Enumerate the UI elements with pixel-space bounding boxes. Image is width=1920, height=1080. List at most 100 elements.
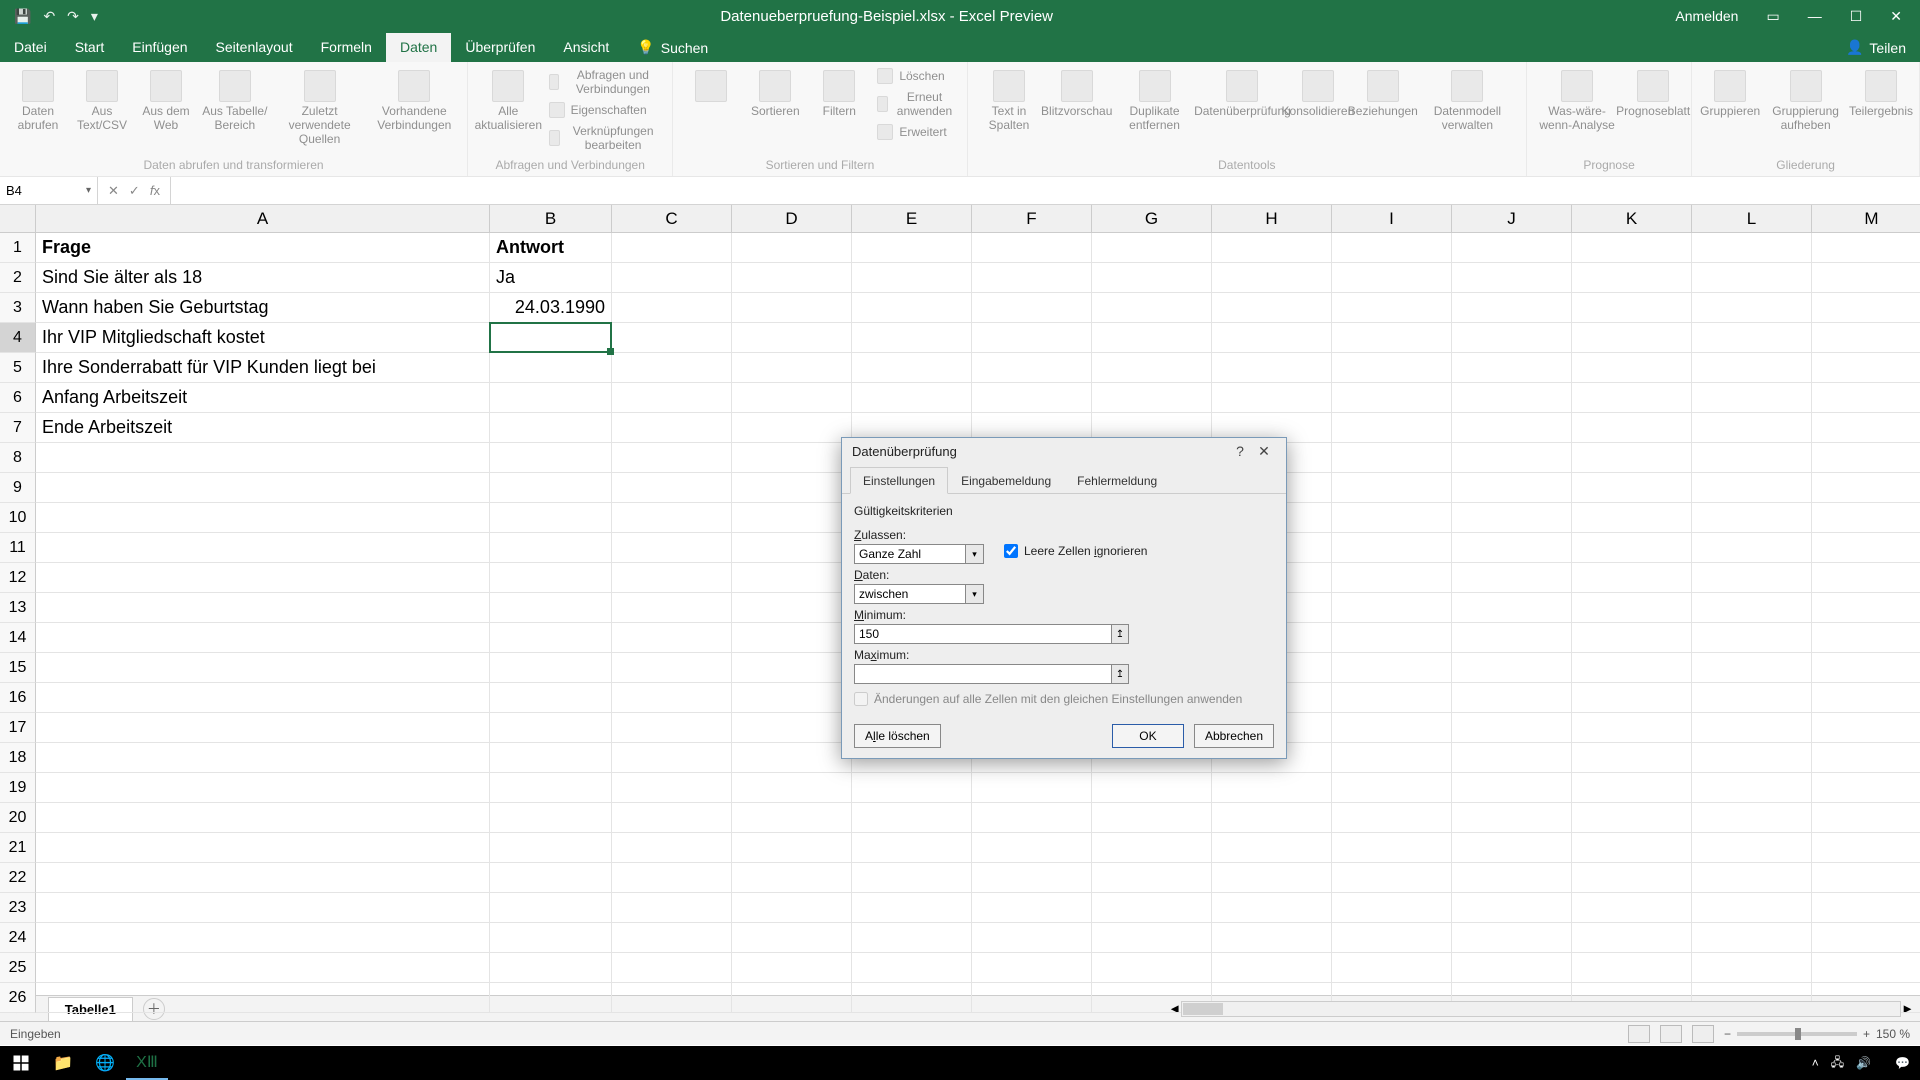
cell[interactable] <box>1092 323 1212 353</box>
horizontal-scrollbar[interactable] <box>1181 1001 1901 1017</box>
cell[interactable] <box>1212 323 1332 353</box>
cell[interactable] <box>612 503 732 533</box>
cell[interactable] <box>1452 713 1572 743</box>
cell[interactable] <box>1212 893 1332 923</box>
cell[interactable] <box>1452 773 1572 803</box>
cell[interactable]: Ihr VIP Mitgliedschaft kostet <box>36 323 490 353</box>
cell[interactable] <box>612 653 732 683</box>
cell[interactable] <box>612 833 732 863</box>
cell[interactable] <box>1692 563 1812 593</box>
cell[interactable] <box>612 353 732 383</box>
cell[interactable] <box>1692 413 1812 443</box>
cell[interactable] <box>972 353 1092 383</box>
cell[interactable] <box>490 353 612 383</box>
cell[interactable] <box>1452 953 1572 983</box>
cell[interactable] <box>1572 803 1692 833</box>
cell[interactable] <box>1452 533 1572 563</box>
cell[interactable] <box>732 473 852 503</box>
cell[interactable] <box>1452 803 1572 833</box>
range-picker-icon[interactable]: ↥ <box>1111 624 1129 644</box>
cell[interactable] <box>1452 503 1572 533</box>
cell[interactable] <box>1812 923 1920 953</box>
what-if-button[interactable]: Was-wäre-wenn-Analyse <box>1535 66 1619 136</box>
cell[interactable] <box>1812 683 1920 713</box>
row-header[interactable]: 11 <box>0 533 36 563</box>
row-header[interactable]: 19 <box>0 773 36 803</box>
cell[interactable] <box>1452 653 1572 683</box>
row-header[interactable]: 25 <box>0 953 36 983</box>
subtotal-button[interactable]: Teilergebnis <box>1851 66 1911 122</box>
tab-layout[interactable]: Seitenlayout <box>202 33 307 62</box>
range-picker-icon[interactable]: ↥ <box>1111 664 1129 684</box>
cell[interactable] <box>1332 233 1452 263</box>
flash-fill-button[interactable]: Blitzvorschau <box>1046 66 1107 122</box>
cell[interactable] <box>1572 383 1692 413</box>
cell[interactable] <box>1572 923 1692 953</box>
column-header[interactable]: D <box>732 205 852 233</box>
cell[interactable] <box>1332 893 1452 923</box>
cell[interactable] <box>36 923 490 953</box>
cell[interactable] <box>732 803 852 833</box>
cell[interactable] <box>1332 653 1452 683</box>
cell[interactable] <box>732 623 852 653</box>
row-header[interactable]: 1 <box>0 233 36 263</box>
enter-formula-icon[interactable]: ✓ <box>129 183 140 199</box>
cell[interactable] <box>36 773 490 803</box>
cell[interactable] <box>490 563 612 593</box>
cell[interactable] <box>36 443 490 473</box>
cancel-formula-icon[interactable]: ✕ <box>108 183 119 199</box>
cell[interactable] <box>1332 293 1452 323</box>
cell[interactable] <box>1572 323 1692 353</box>
page-break-view-icon[interactable] <box>1692 1025 1714 1043</box>
cell[interactable] <box>612 593 732 623</box>
cell[interactable] <box>732 353 852 383</box>
tab-file[interactable]: Datei <box>0 33 61 62</box>
cell[interactable] <box>612 623 732 653</box>
cell[interactable] <box>732 863 852 893</box>
cell[interactable] <box>1812 773 1920 803</box>
maximum-input[interactable] <box>854 664 1112 684</box>
cell[interactable] <box>36 713 490 743</box>
cell[interactable] <box>1452 323 1572 353</box>
row-header[interactable]: 7 <box>0 413 36 443</box>
cell[interactable] <box>1572 233 1692 263</box>
cell[interactable] <box>612 533 732 563</box>
cell[interactable]: 24.03.1990 <box>490 293 612 323</box>
cell[interactable] <box>1452 863 1572 893</box>
cell[interactable] <box>1812 413 1920 443</box>
cell[interactable] <box>1692 263 1812 293</box>
cell[interactable] <box>1812 293 1920 323</box>
column-header[interactable]: A <box>36 205 490 233</box>
row-header[interactable]: 4 <box>0 323 36 353</box>
cell[interactable] <box>36 653 490 683</box>
cell[interactable] <box>1692 293 1812 323</box>
select-all-corner[interactable] <box>0 205 36 233</box>
column-header[interactable]: I <box>1332 205 1452 233</box>
cell[interactable] <box>490 713 612 743</box>
row-header[interactable]: 9 <box>0 473 36 503</box>
cell[interactable] <box>852 833 972 863</box>
cell[interactable] <box>1452 413 1572 443</box>
cell[interactable] <box>732 953 852 983</box>
zoom-in-icon[interactable]: + <box>1863 1027 1870 1041</box>
cell[interactable] <box>1692 893 1812 923</box>
filter-button[interactable]: Filtern <box>809 66 869 122</box>
cell[interactable] <box>1332 323 1452 353</box>
zoom-slider[interactable] <box>1737 1032 1857 1036</box>
undo-icon[interactable]: ↶ <box>43 8 55 25</box>
save-icon[interactable]: 💾 <box>14 8 31 25</box>
cell[interactable] <box>36 893 490 923</box>
cell[interactable] <box>1692 503 1812 533</box>
cell[interactable] <box>1332 353 1452 383</box>
cell[interactable] <box>852 323 972 353</box>
column-header[interactable]: B <box>490 205 612 233</box>
cell[interactable] <box>490 413 612 443</box>
row-header[interactable]: 5 <box>0 353 36 383</box>
dialog-tab-settings[interactable]: Einstellungen <box>850 467 948 494</box>
cell[interactable] <box>1572 773 1692 803</box>
cell[interactable]: Antwort <box>490 233 612 263</box>
refresh-all-button[interactable]: Alle aktualisieren <box>476 66 541 136</box>
cell[interactable] <box>1452 833 1572 863</box>
forecast-button[interactable]: Prognoseblatt <box>1623 66 1683 122</box>
dialog-tab-error-alert[interactable]: Fehlermeldung <box>1064 467 1170 494</box>
